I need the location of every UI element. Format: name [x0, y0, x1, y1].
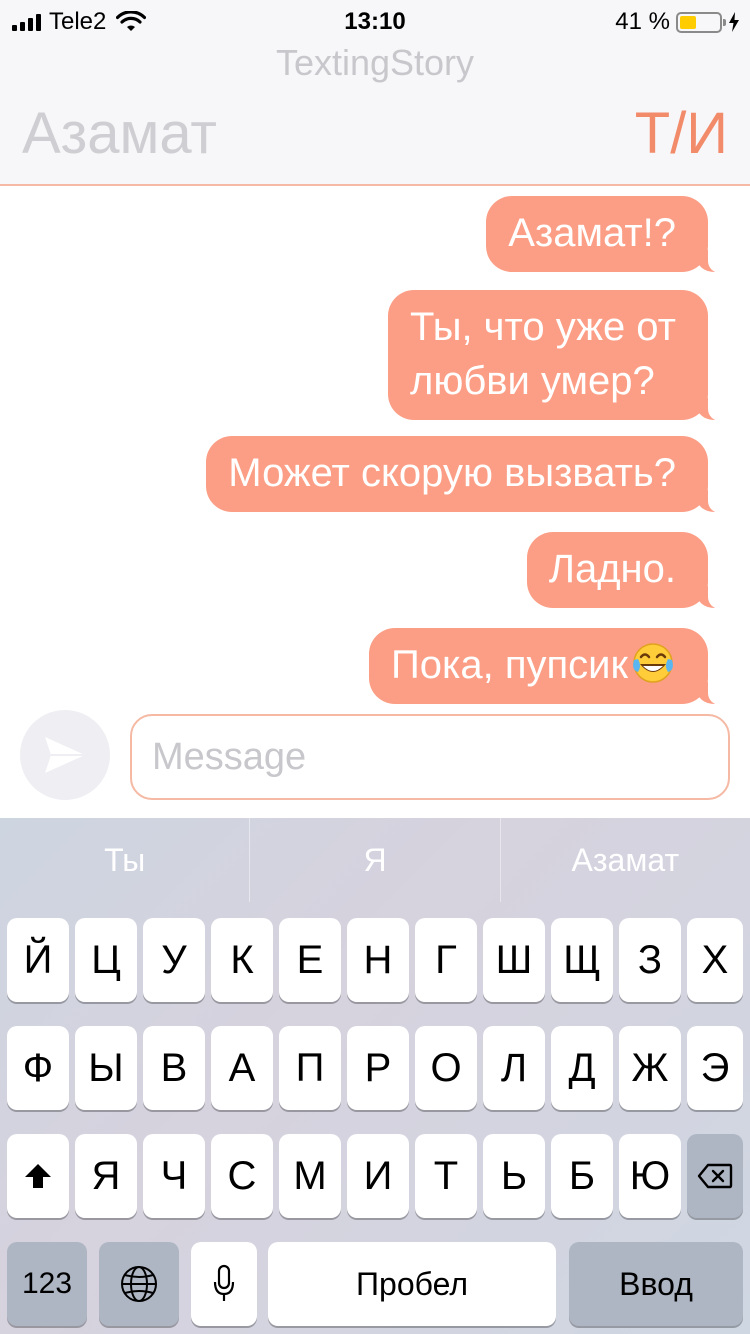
message-text: Азамат!? — [508, 211, 676, 255]
key[interactable]: Ю — [619, 1134, 681, 1218]
key[interactable]: Ч — [143, 1134, 205, 1218]
backspace-icon — [697, 1163, 733, 1189]
key[interactable]: Я — [75, 1134, 137, 1218]
contact-name[interactable]: Азамат — [22, 100, 217, 167]
tears-of-joy-emoji-icon — [633, 643, 673, 683]
status-right: 41 % — [615, 8, 740, 36]
chat-header: TextingStory Азамат Т/И — [0, 42, 750, 186]
microphone-icon — [213, 1264, 235, 1301]
message-bubble[interactable]: Азамат!? — [486, 196, 730, 273]
key[interactable]: Т — [415, 1134, 477, 1218]
backspace-key[interactable] — [687, 1134, 743, 1218]
key[interactable]: И — [347, 1134, 409, 1218]
shift-arrow-icon — [25, 1164, 51, 1188]
carrier-name: Tele2 — [49, 8, 107, 35]
dictation-key[interactable] — [191, 1242, 257, 1326]
key[interactable]: Б — [551, 1134, 613, 1218]
keyboard: Ты Я Азамат Й Ц У К Е Н Г Ш Щ З Х Ф Ы В … — [0, 818, 750, 1334]
predictive-bar: Ты Я Азамат — [0, 818, 750, 902]
battery-icon — [676, 11, 726, 33]
key[interactable]: К — [211, 918, 273, 1002]
status-left: Tele2 — [12, 8, 147, 36]
message-text: Пока, пупсик — [390, 643, 628, 687]
send-icon — [45, 737, 85, 773]
key[interactable]: Д — [551, 1026, 613, 1110]
message-list: Азамат!? Ты, что уже от любви умер? Може… — [0, 188, 750, 708]
key[interactable]: А — [211, 1026, 273, 1110]
battery-percentage: 41 % — [615, 8, 670, 35]
key[interactable]: Р — [347, 1026, 409, 1110]
key[interactable]: Й — [7, 918, 69, 1002]
key[interactable]: Е — [279, 918, 341, 1002]
key[interactable]: З — [619, 918, 681, 1002]
key[interactable]: П — [279, 1026, 341, 1110]
key[interactable]: Н — [347, 918, 409, 1002]
status-bar: Tele2 13:10 41 % — [0, 0, 750, 42]
key[interactable]: М — [279, 1134, 341, 1218]
globe-key[interactable] — [99, 1242, 179, 1326]
message-input[interactable] — [130, 714, 730, 800]
key[interactable]: С — [211, 1134, 273, 1218]
battery-level — [680, 15, 696, 29]
return-key[interactable]: Ввод — [569, 1242, 743, 1326]
key[interactable]: Л — [483, 1026, 545, 1110]
message-bubble[interactable]: Ты, что уже от любви умер? — [388, 290, 730, 421]
key[interactable]: Щ — [551, 918, 613, 1002]
message-text: Ладно. — [548, 547, 676, 591]
key[interactable]: О — [415, 1026, 477, 1110]
space-key[interactable]: Пробел — [268, 1242, 556, 1326]
app-watermark: TextingStory — [275, 42, 475, 83]
key[interactable]: Ь — [483, 1134, 545, 1218]
wifi-icon — [116, 11, 147, 31]
shift-key[interactable] — [7, 1134, 69, 1218]
key[interactable]: В — [143, 1026, 205, 1110]
suggestion-item[interactable]: Азамат — [499, 818, 750, 902]
key[interactable]: Х — [687, 918, 743, 1002]
numbers-key[interactable]: 123 — [7, 1242, 87, 1326]
key[interactable]: Э — [687, 1026, 743, 1110]
key[interactable]: Ж — [619, 1026, 681, 1110]
cellular-signal-icon — [12, 13, 41, 31]
message-text: любви умер? — [410, 359, 655, 403]
profile-initials[interactable]: Т/И — [635, 100, 728, 167]
message-bubble[interactable]: Пока, пупсик — [368, 628, 731, 705]
globe-icon — [121, 1266, 157, 1302]
compose-bar — [0, 708, 750, 818]
charging-bolt-icon — [729, 12, 739, 32]
message-text: Может скорую вызвать? — [228, 451, 676, 495]
suggestion-item[interactable]: Ты — [0, 818, 249, 902]
key[interactable]: Ц — [75, 918, 137, 1002]
key[interactable]: Ш — [483, 918, 545, 1002]
key[interactable]: Ы — [75, 1026, 137, 1110]
suggestion-item[interactable]: Я — [249, 818, 499, 902]
key[interactable]: Ф — [7, 1026, 69, 1110]
message-bubble[interactable]: Может скорую вызвать? — [206, 436, 730, 513]
send-button[interactable] — [20, 710, 110, 800]
key[interactable]: У — [143, 918, 205, 1002]
message-text: Ты, что уже от — [410, 305, 676, 349]
message-bubble[interactable]: Ладно. — [526, 532, 731, 609]
key[interactable]: Г — [415, 918, 477, 1002]
